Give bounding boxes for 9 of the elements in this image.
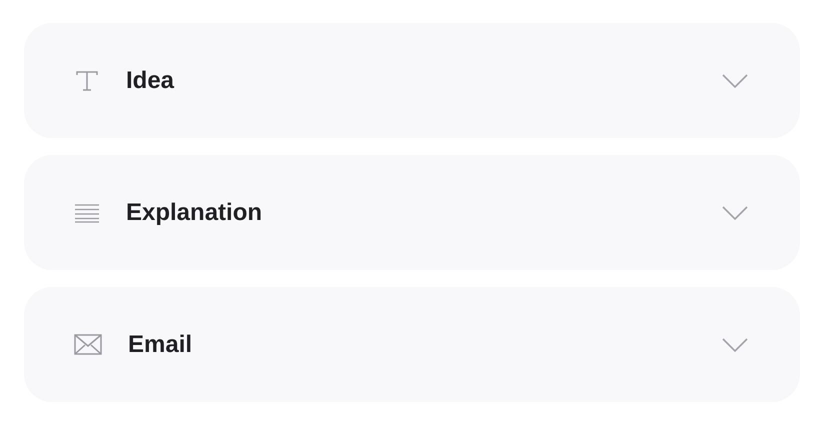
accordion-header[interactable]: Idea bbox=[24, 23, 800, 138]
accordion-header[interactable]: Email bbox=[24, 287, 800, 402]
paragraph-icon bbox=[74, 202, 100, 222]
accordion-header[interactable]: Explanation bbox=[24, 155, 800, 270]
section-title: Email bbox=[128, 330, 194, 358]
envelope-icon bbox=[74, 334, 102, 355]
text-icon bbox=[74, 70, 100, 92]
section-title: Idea bbox=[126, 66, 176, 94]
section-title: Explanation bbox=[126, 198, 264, 226]
